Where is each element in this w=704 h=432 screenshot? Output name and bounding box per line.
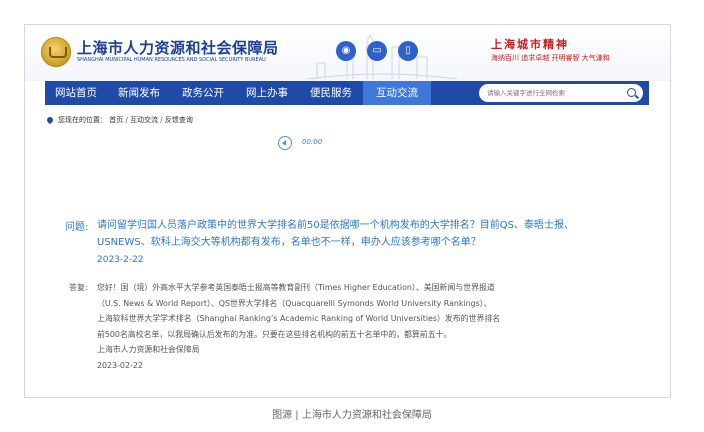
site-header: 上海市人力资源和社会保障局 SHANGHAI MUNICIPAL HUMAN R… <box>25 25 670 81</box>
nav-item-gov-affairs[interactable]: 政务公开 <box>171 81 235 105</box>
breadcrumb-home[interactable]: 首页 <box>109 116 123 124</box>
breadcrumb-feedback: 反馈查询 <box>164 116 193 124</box>
question-date: 2023-2-22 <box>97 255 144 265</box>
location-pin-icon <box>45 115 55 125</box>
search-input[interactable] <box>487 84 617 102</box>
answer-line: （U.S. News & World Report）、QS世界大学排名（Quac… <box>97 298 492 308</box>
nav-item-home[interactable]: 网站首页 <box>45 81 107 105</box>
nav-item-news[interactable]: 新闻发布 <box>107 81 171 105</box>
search-icon[interactable] <box>627 88 636 97</box>
question-label: 问题: <box>65 222 89 233</box>
breadcrumb: 您现在的位置： 首页 / 互动交流 / 反馈查询 <box>45 115 193 125</box>
org-name[interactable]: 上海市人力资源和社会保障局 <box>77 37 279 58</box>
answer-signature: 上海市人力资源和社会保障局 <box>97 345 200 354</box>
breadcrumb-label: 您现在的位置： <box>58 116 107 124</box>
answer-line: 上海软科世界大学学术排名（Shanghai Ranking’s Academic… <box>97 314 501 323</box>
nav-item-online-services[interactable]: 网上办事 <box>235 81 299 105</box>
answer-label: 答复: <box>69 283 88 292</box>
app-icon[interactable]: ▭ <box>367 41 387 61</box>
audio-time: 00:00 <box>302 138 323 146</box>
answer-text: 您好！国（境）外高水平大学参考英国泰晤士报高等教育副刊（Times Higher… <box>97 280 609 373</box>
search-box <box>479 84 643 102</box>
weibo-icon[interactable]: ◉ <box>336 41 356 61</box>
main-nav: 网站首页 新闻发布 政务公开 网上办事 便民服务 互动交流 <box>45 81 649 105</box>
nav-item-interaction[interactable]: 互动交流 <box>363 81 431 105</box>
answer-date: 2023-02-22 <box>97 360 143 370</box>
answer-line: 前500名高校名单，以我局确认后发布的为准。只要在这些排名机构的前五十名单中的，… <box>97 329 452 339</box>
question-text: 请问留学归国人员落户政策中的世界大学排名前50是依据哪一个机构发布的大学排名？目… <box>97 220 574 248</box>
nav-item-public-services[interactable]: 便民服务 <box>299 81 363 105</box>
page-frame: 上海市人力资源和社会保障局 SHANGHAI MUNICIPAL HUMAN R… <box>24 24 671 398</box>
audio-play-icon[interactable] <box>278 136 292 150</box>
city-spirit-title: 上海城市精神 <box>491 38 569 51</box>
image-caption: 图源 | 上海市人力资源和社会保障局 <box>272 410 432 421</box>
org-name-en: SHANGHAI MUNICIPAL HUMAN RESOURCES AND S… <box>77 57 266 63</box>
mobile-icon[interactable]: ▯ <box>398 41 418 61</box>
city-spirit-slogan: 海纳百川 追求卓越 开明睿智 大气谦和 <box>491 54 610 62</box>
answer-line: 您好！国（境）外高水平大学参考英国泰晤士报高等教育副刊（Times Higher… <box>97 283 495 292</box>
breadcrumb-interaction[interactable]: 互动交流 <box>130 116 158 124</box>
bureau-emblem-icon[interactable] <box>41 37 71 67</box>
